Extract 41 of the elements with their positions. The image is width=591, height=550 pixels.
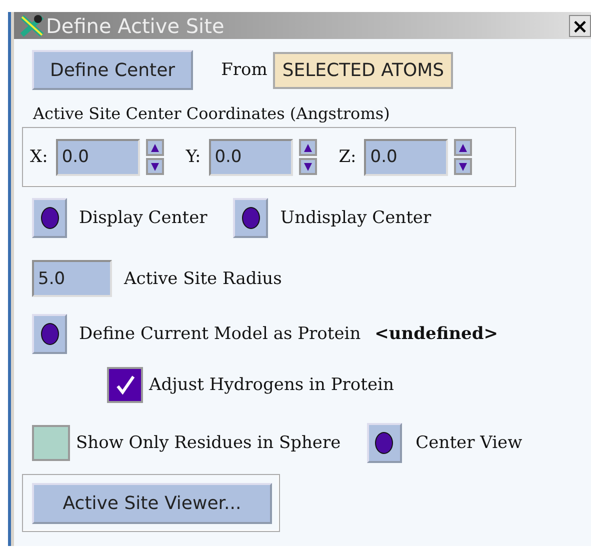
- active-site-viewer-button[interactable]: Active Site Viewer...: [32, 482, 272, 524]
- down-arrow-icon: [302, 162, 313, 172]
- up-arrow-icon: [150, 142, 160, 152]
- dot-button[interactable]: [32, 198, 67, 238]
- dot-button[interactable]: [366, 423, 402, 463]
- increment-button[interactable]: [146, 139, 164, 156]
- down-arrow-icon: [150, 162, 160, 172]
- checkbox[interactable]: [32, 425, 70, 461]
- app-icon: [20, 14, 44, 38]
- increment-button[interactable]: [298, 139, 317, 156]
- checkbox-label: Show Only Residues in Sphere: [76, 433, 341, 453]
- decrement-button[interactable]: [454, 158, 472, 175]
- dot-button[interactable]: [233, 198, 268, 238]
- window-title: Define Active Site: [46, 14, 226, 38]
- radius-label: Active Site Radius: [124, 268, 282, 288]
- up-arrow-icon: [458, 142, 468, 152]
- define-center-button[interactable]: Define Center: [32, 50, 194, 90]
- close-button[interactable]: ×: [569, 14, 591, 36]
- dot-button[interactable]: [32, 314, 67, 354]
- checkbox[interactable]: [107, 367, 143, 403]
- increment-button[interactable]: [454, 139, 472, 156]
- from-label: From: [221, 60, 268, 80]
- axis-label: X:: [30, 147, 48, 167]
- coordinates-label: Active Site Center Coordinates (Angstroms): [33, 104, 391, 123]
- protein-status: <undefined>: [374, 324, 498, 344]
- button-label: Display Center: [79, 208, 208, 228]
- source-selector[interactable]: SELECTED ATOMS: [273, 52, 454, 88]
- button-label: Undisplay Center: [280, 208, 432, 228]
- center-view-label: Center View: [416, 433, 522, 453]
- down-arrow-icon: [458, 162, 468, 172]
- up-arrow-icon: [302, 142, 313, 152]
- axis-label: Z:: [338, 147, 356, 167]
- coordinate-field[interactable]: 0.0: [208, 138, 293, 176]
- radius-field[interactable]: 5.0: [32, 260, 112, 297]
- checkbox-label: Adjust Hydrogens in Protein: [149, 375, 394, 395]
- coordinate-field[interactable]: 0.0: [56, 138, 140, 176]
- protein-label: Define Current Model as Protein: [79, 324, 361, 344]
- decrement-button[interactable]: [298, 158, 317, 175]
- axis-label: Y:: [186, 147, 201, 167]
- coordinate-field[interactable]: 0.0: [364, 138, 448, 176]
- decrement-button[interactable]: [146, 158, 164, 175]
